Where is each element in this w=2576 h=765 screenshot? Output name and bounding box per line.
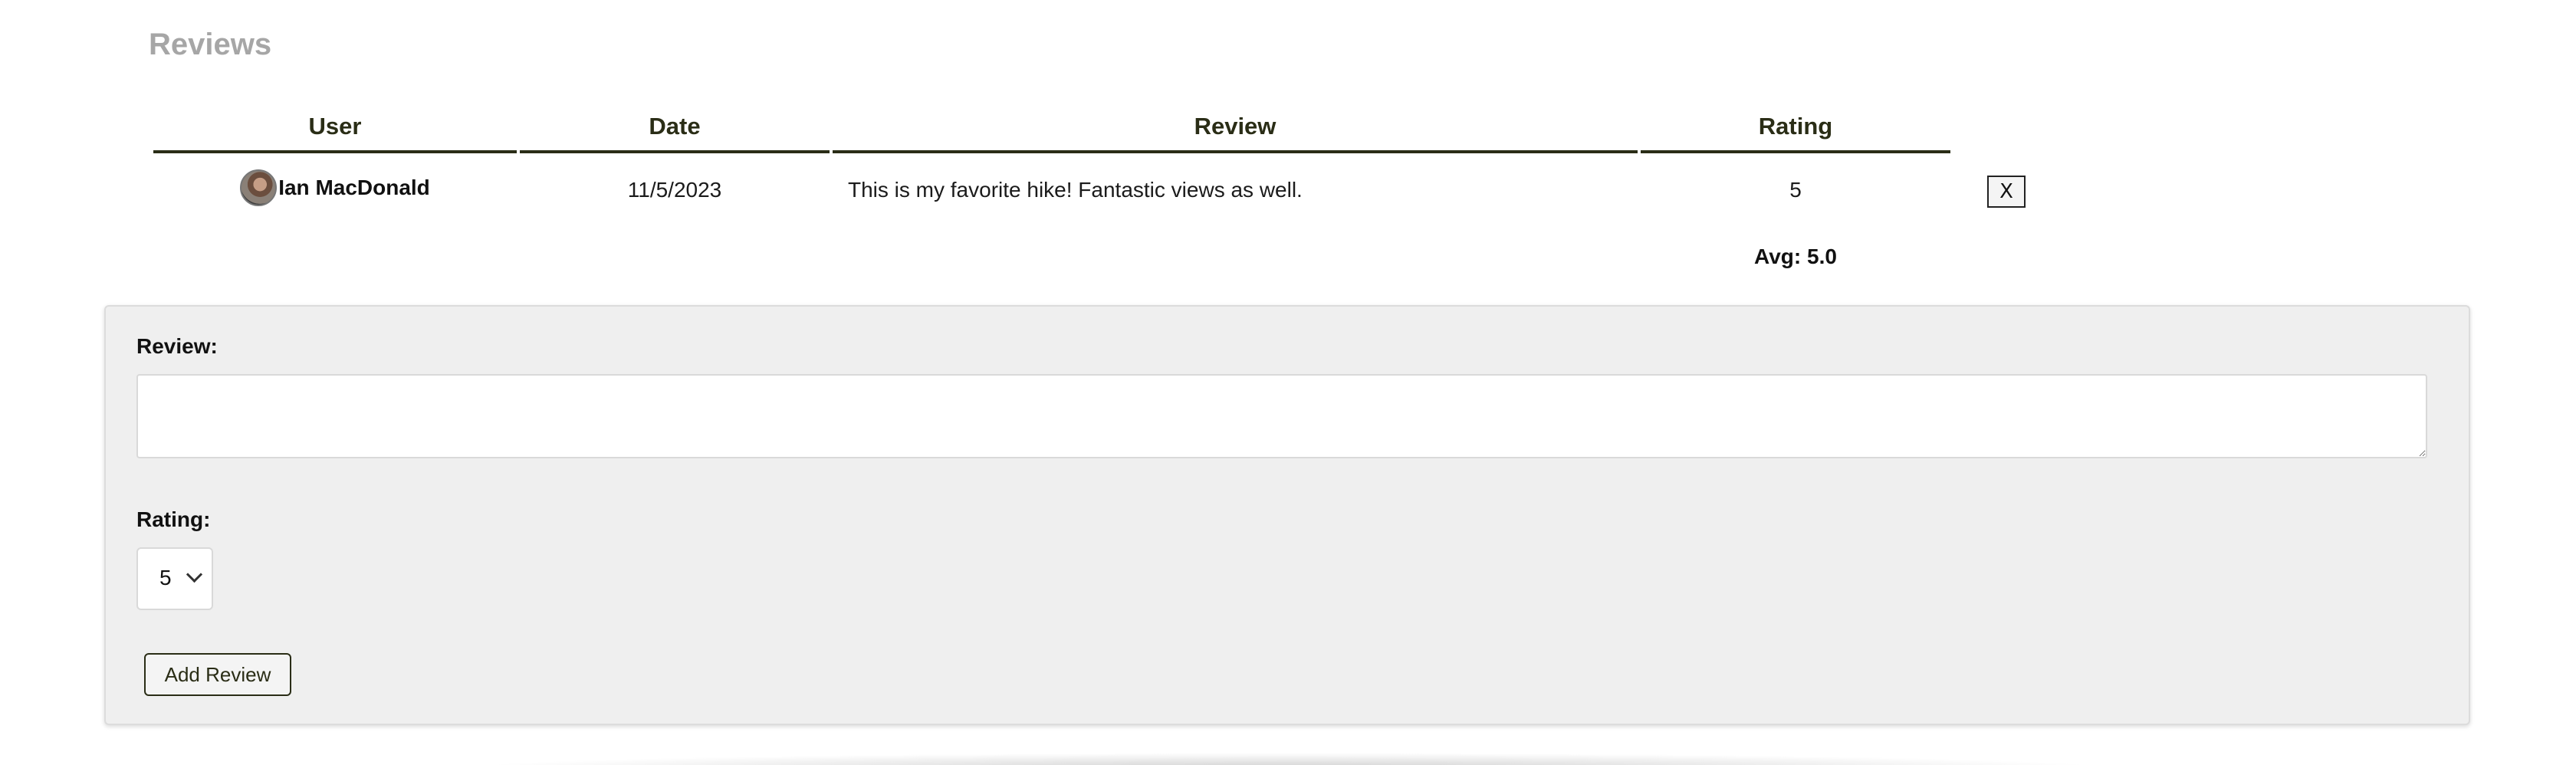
average-rating: Avg: 5.0 (1641, 227, 1950, 287)
date-cell: 11/5/2023 (627, 178, 722, 202)
rating-select[interactable]: 5 (136, 547, 213, 610)
rating-cell: 5 (1789, 178, 1802, 202)
reviews-table: User Date Review Rating Ian MacDonald 11… (150, 103, 1953, 287)
average-rating-text: Avg: 5.0 (1754, 245, 1837, 268)
average-row: Avg: 5.0 (153, 227, 1950, 287)
review-textarea[interactable] (136, 374, 2427, 458)
table-header-row: User Date Review Rating (153, 103, 1950, 153)
column-header-review: Review (833, 103, 1638, 153)
avatar (240, 169, 278, 206)
rating-select-value: 5 (159, 566, 172, 589)
user-name: Ian MacDonald (278, 175, 430, 199)
chevron-down-icon (186, 566, 203, 583)
reviews-page: Reviews User Date Review Rating Ian MacD… (0, 0, 2576, 765)
section-title: Reviews (149, 28, 272, 61)
column-header-rating: Rating (1641, 103, 1950, 153)
next-section-shadow (460, 753, 2116, 765)
add-review-form: Review: Rating: 5 Add Review (104, 305, 2470, 725)
delete-review-button[interactable]: X (1987, 176, 2026, 208)
user-cell: Ian MacDonald (153, 153, 517, 227)
review-field-label: Review: (136, 334, 218, 358)
add-review-button[interactable]: Add Review (144, 653, 291, 696)
review-text-cell: This is my favorite hike! Fantastic view… (848, 178, 1303, 202)
column-header-user: User (153, 103, 517, 153)
table-row: Ian MacDonald 11/5/2023 This is my favor… (153, 153, 1950, 227)
rating-field-label: Rating: (136, 507, 211, 531)
column-header-date: Date (520, 103, 830, 153)
